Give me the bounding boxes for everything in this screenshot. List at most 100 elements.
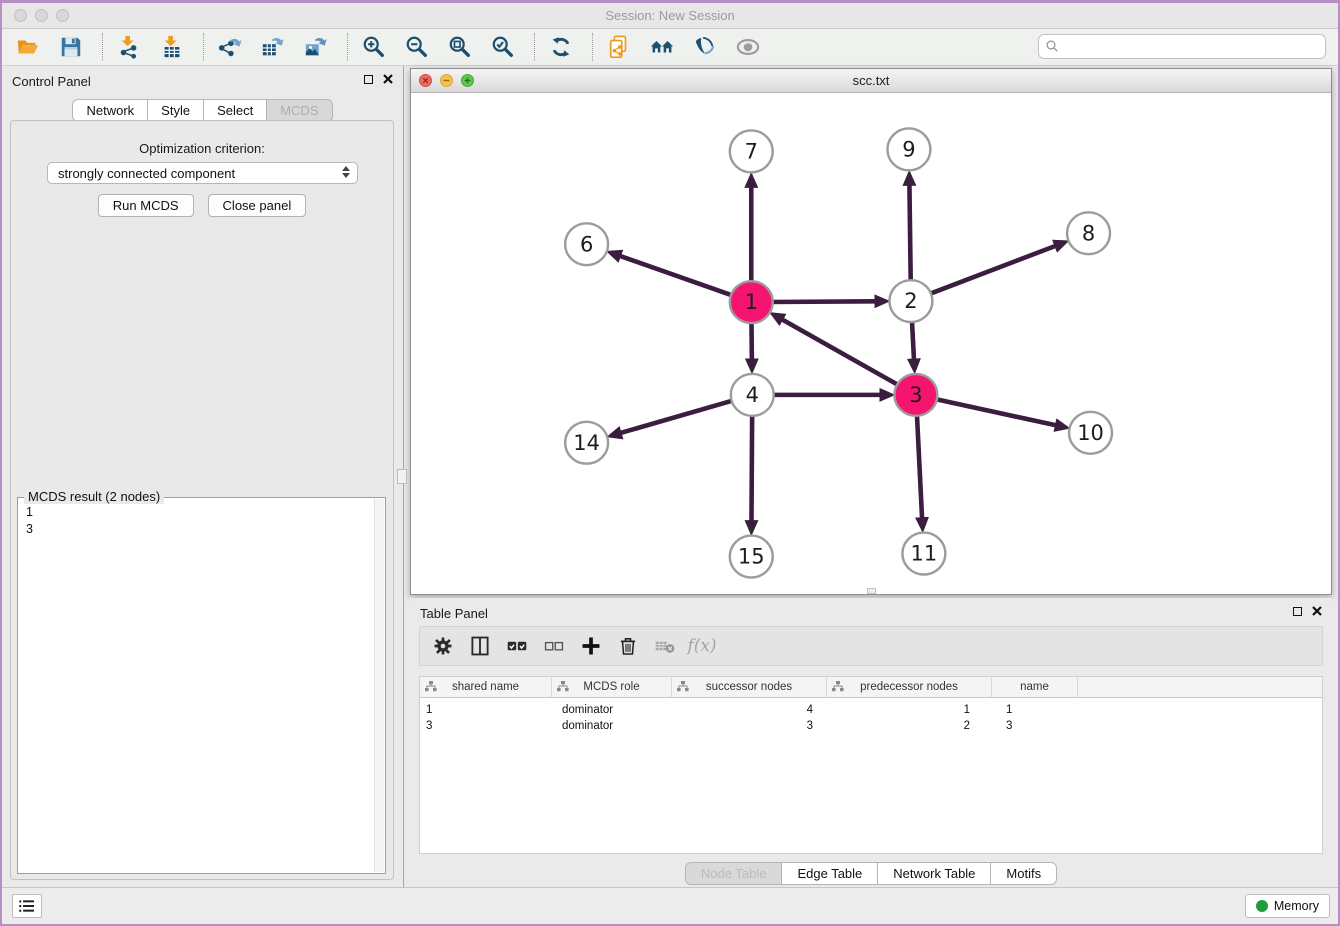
column-header-label: predecessor nodes — [827, 681, 991, 693]
float-panel-icon[interactable] — [1293, 607, 1302, 616]
header-filler — [1078, 677, 1322, 697]
graph-node-15[interactable]: 15 — [730, 536, 773, 578]
close-panel-icon[interactable] — [383, 74, 393, 84]
toolbar-separator — [102, 33, 103, 61]
main-toolbar — [2, 29, 1338, 66]
mcds-panel: Optimization criterion: strongly connect… — [10, 120, 394, 880]
zoom-out-button[interactable] — [401, 32, 433, 62]
export-image-button[interactable] — [300, 32, 332, 62]
table-tab-network-table[interactable]: Network Table — [877, 862, 991, 885]
graph-node-11[interactable]: 11 — [902, 533, 945, 575]
memory-button[interactable]: Memory — [1245, 894, 1330, 918]
column-header-predecessor-nodes[interactable]: predecessor nodes — [827, 677, 992, 697]
graph-edge-3-1[interactable] — [782, 319, 900, 385]
graph-edge-2-8[interactable] — [929, 246, 1056, 295]
table-panel: Table Panel f(x) shared nameMCDS rolesuc… — [410, 598, 1332, 888]
mcds-result-list[interactable]: 13 — [18, 504, 374, 871]
column-header-label: successor nodes — [672, 681, 826, 693]
run-mcds-button[interactable]: Run MCDS — [98, 194, 194, 217]
import-table-button[interactable] — [156, 32, 188, 62]
column-header-successor-nodes[interactable]: successor nodes — [672, 677, 827, 697]
zoom-fit-button[interactable] — [444, 32, 476, 62]
table-row[interactable]: 1dominator411 — [420, 702, 1322, 718]
delete-table-button — [652, 633, 678, 659]
graph-node-4[interactable]: 4 — [731, 374, 774, 416]
control-tab-network[interactable]: Network — [72, 99, 148, 122]
show-columns-button[interactable] — [467, 633, 493, 659]
svg-text:10: 10 — [1077, 421, 1104, 445]
create-column-button[interactable] — [578, 633, 604, 659]
graph-node-2[interactable]: 2 — [889, 280, 932, 322]
graph-node-6[interactable]: 6 — [565, 223, 608, 265]
table-toolbar: f(x) — [419, 626, 1323, 666]
clone-network-button[interactable] — [603, 32, 635, 62]
graph-node-10[interactable]: 10 — [1069, 412, 1112, 454]
graph-node-1[interactable]: 1 — [730, 281, 773, 323]
column-header-mcds-role[interactable]: MCDS role — [552, 677, 672, 697]
control-tab-style[interactable]: Style — [147, 99, 204, 122]
fx-icon: f(x) — [687, 636, 716, 656]
svg-text:11: 11 — [911, 542, 938, 566]
criterion-value: strongly connected component — [58, 166, 235, 181]
unselect-all-columns-button[interactable] — [541, 633, 567, 659]
criterion-dropdown[interactable]: strongly connected component — [47, 162, 358, 184]
function-builder-button: f(x) — [689, 633, 715, 659]
graph-node-8[interactable]: 8 — [1067, 212, 1110, 254]
graph-edge-2-9[interactable] — [909, 184, 910, 282]
table-cell: 1 — [992, 704, 1078, 716]
svg-text:9: 9 — [902, 138, 915, 162]
zoom-selected-button[interactable] — [487, 32, 519, 62]
import-network-button[interactable] — [113, 32, 145, 62]
graph-node-14[interactable]: 14 — [565, 422, 608, 464]
select-all-columns-button[interactable] — [504, 633, 530, 659]
memory-label: Memory — [1274, 899, 1319, 913]
control-panel-title: Control Panel — [12, 74, 91, 89]
splitter-grip[interactable] — [397, 469, 407, 484]
table-row[interactable]: 3dominator323 — [420, 718, 1322, 734]
graph-edge-3-10[interactable] — [934, 399, 1056, 426]
graph-node-7[interactable]: 7 — [730, 130, 773, 172]
table-tab-edge-table[interactable]: Edge Table — [781, 862, 878, 885]
graph-edge-1-2[interactable] — [770, 301, 876, 302]
dropdown-stepper-icon — [342, 166, 350, 178]
table-tab-motifs[interactable]: Motifs — [990, 862, 1057, 885]
table-cell: 4 — [672, 704, 827, 716]
splitter-grip[interactable] — [867, 588, 876, 594]
search-box[interactable] — [1038, 34, 1326, 59]
network-window-titlebar[interactable]: scc.txt — [411, 69, 1331, 93]
table-cell: 3 — [420, 720, 552, 732]
graph-edge-3-11[interactable] — [917, 414, 922, 519]
svg-text:1: 1 — [745, 290, 758, 314]
svg-text:14: 14 — [573, 431, 600, 455]
column-header-name[interactable]: name — [992, 677, 1078, 697]
delete-columns-button[interactable] — [615, 633, 641, 659]
graph-node-9[interactable]: 9 — [887, 128, 930, 170]
table-settings-button[interactable] — [430, 633, 456, 659]
search-input[interactable] — [1064, 36, 1325, 58]
zoom-in-button[interactable] — [358, 32, 390, 62]
open-file-button[interactable] — [12, 32, 44, 62]
task-history-button[interactable] — [12, 894, 42, 918]
close-panel-button[interactable]: Close panel — [208, 194, 307, 217]
close-panel-icon[interactable] — [1312, 606, 1322, 616]
network-canvas[interactable]: 1 2 3 4 6 7 8 9 10 11 14 15 — [411, 93, 1331, 594]
node-table: shared nameMCDS rolesuccessor nodesprede… — [419, 676, 1323, 854]
table-header-row: shared nameMCDS rolesuccessor nodesprede… — [420, 677, 1322, 698]
graph-node-3[interactable]: 3 — [894, 374, 937, 416]
graph-edge-4-14[interactable] — [620, 400, 734, 433]
result-scrollbar[interactable] — [374, 499, 384, 872]
control-tab-select[interactable]: Select — [203, 99, 267, 122]
control-tab-mcds[interactable]: MCDS — [266, 99, 332, 122]
export-table-button[interactable] — [257, 32, 289, 62]
first-neighbors-button[interactable] — [646, 32, 678, 62]
column-header-shared-name[interactable]: shared name — [420, 677, 552, 697]
save-session-button[interactable] — [55, 32, 87, 62]
graph-edge-2-3[interactable] — [912, 320, 914, 360]
graph-edge-1-6[interactable] — [620, 256, 734, 296]
refresh-layout-button[interactable] — [545, 32, 577, 62]
export-network-button[interactable] — [214, 32, 246, 62]
graph-edge-4-15[interactable] — [751, 414, 752, 522]
float-panel-icon[interactable] — [364, 75, 373, 84]
table-tab-node-table[interactable]: Node Table — [685, 862, 783, 885]
apply-style-button[interactable] — [689, 32, 721, 62]
